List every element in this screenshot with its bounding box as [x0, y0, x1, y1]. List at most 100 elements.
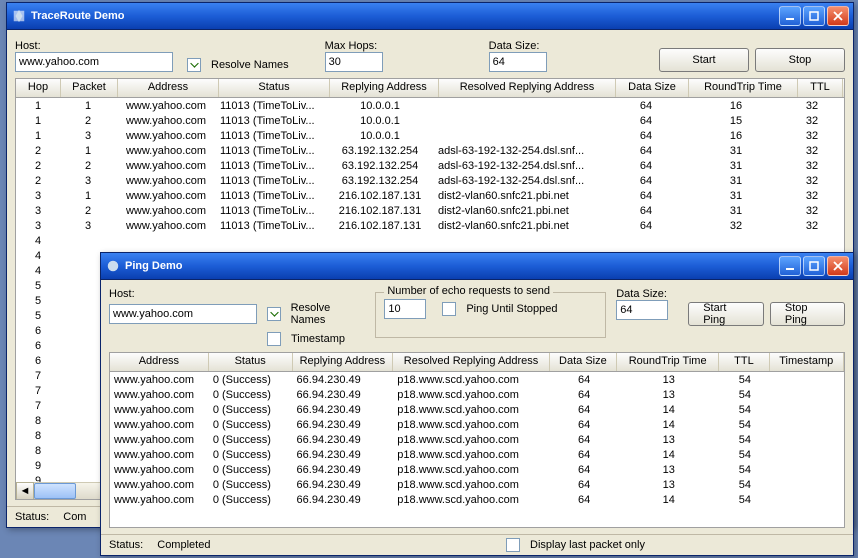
column-header[interactable]: Timestamp	[770, 353, 844, 371]
table-row[interactable]: www.yahoo.com0 (Success)66.94.230.49p18.…	[110, 462, 844, 477]
datasize-input[interactable]	[616, 300, 668, 320]
host-label: Host:	[109, 288, 257, 300]
column-header[interactable]: Replying Address	[330, 79, 439, 97]
timestamp-label: Timestamp	[291, 333, 345, 345]
table-row[interactable]: www.yahoo.com0 (Success)66.94.230.49p18.…	[110, 477, 844, 492]
table-row[interactable]: www.yahoo.com0 (Success)66.94.230.49p18.…	[110, 447, 844, 462]
datasize-input[interactable]	[489, 52, 547, 72]
table-row[interactable]: www.yahoo.com0 (Success)66.94.230.49p18.…	[110, 387, 844, 402]
close-button[interactable]	[827, 256, 849, 276]
cell: 13	[617, 389, 720, 401]
table-row[interactable]: www.yahoo.com0 (Success)66.94.230.49p18.…	[110, 372, 844, 387]
host-input[interactable]	[15, 52, 173, 72]
scroll-left-icon[interactable]: ◄	[16, 482, 34, 500]
table-row[interactable]: 11www.yahoo.com11013 (TimeToLiv...10.0.0…	[16, 98, 844, 113]
table-row[interactable]: 12www.yahoo.com11013 (TimeToLiv...10.0.0…	[16, 113, 844, 128]
maximize-button[interactable]	[803, 6, 825, 26]
cell: 32	[790, 100, 834, 112]
table-row[interactable]: 13www.yahoo.com11013 (TimeToLiv...10.0.0…	[16, 128, 844, 143]
minimize-button[interactable]	[779, 256, 801, 276]
minimize-button[interactable]	[779, 6, 801, 26]
column-header[interactable]: Replying Address	[293, 353, 394, 371]
resolve-names-checkbox[interactable]	[267, 307, 281, 321]
cell: 1	[16, 100, 60, 112]
cell: www.yahoo.com	[110, 479, 209, 491]
table-row[interactable]: www.yahoo.com0 (Success)66.94.230.49p18.…	[110, 432, 844, 447]
cell: 11013 (TimeToLiv...	[216, 190, 326, 202]
cell: 6	[16, 355, 60, 367]
stop-ping-button[interactable]: Stop Ping	[770, 302, 845, 326]
column-header[interactable]: Address	[118, 79, 219, 97]
cell: 0 (Success)	[209, 449, 293, 461]
column-header[interactable]: Address	[110, 353, 209, 371]
status-label: Status:	[109, 539, 143, 551]
cell: www.yahoo.com	[116, 175, 216, 187]
cell: dist2-vlan60.snfc21.pbi.net	[434, 190, 610, 202]
cell: 31	[682, 160, 790, 172]
cell: 16	[682, 130, 790, 142]
titlebar[interactable]: Ping Demo	[101, 253, 853, 280]
start-ping-button[interactable]: Start Ping	[688, 302, 764, 326]
column-header[interactable]: RoundTrip Time	[689, 79, 798, 97]
cell: 3	[60, 175, 116, 187]
scroll-thumb[interactable]	[34, 483, 76, 499]
stop-button[interactable]: Stop	[755, 48, 845, 72]
cell: www.yahoo.com	[116, 160, 216, 172]
table-row[interactable]: 22www.yahoo.com11013 (TimeToLiv...63.192…	[16, 158, 844, 173]
table-row[interactable]: www.yahoo.com0 (Success)66.94.230.49p18.…	[110, 402, 844, 417]
table-row[interactable]: 33www.yahoo.com11013 (TimeToLiv...216.10…	[16, 218, 844, 233]
cell: 14	[617, 449, 720, 461]
maximize-button[interactable]	[803, 256, 825, 276]
cell: 15	[682, 115, 790, 127]
column-header[interactable]: TTL	[719, 353, 769, 371]
cell: 10.0.0.1	[326, 100, 434, 112]
timestamp-checkbox[interactable]	[267, 332, 281, 346]
cell: 32	[790, 220, 834, 232]
table-row[interactable]: 4	[16, 233, 844, 248]
cell: p18.www.scd.yahoo.com	[393, 389, 551, 401]
titlebar[interactable]: TraceRoute Demo	[7, 3, 853, 30]
cell: 32	[682, 220, 790, 232]
echo-count-input[interactable]	[384, 299, 426, 319]
table-row[interactable]: 31www.yahoo.com11013 (TimeToLiv...216.10…	[16, 188, 844, 203]
cell: 7	[16, 400, 60, 412]
table-row[interactable]: www.yahoo.com0 (Success)66.94.230.49p18.…	[110, 417, 844, 432]
table-row[interactable]: 32www.yahoo.com11013 (TimeToLiv...216.10…	[16, 203, 844, 218]
cell: 0 (Success)	[209, 389, 293, 401]
cell: 32	[790, 145, 834, 157]
cell: www.yahoo.com	[110, 449, 209, 461]
ping-until-checkbox[interactable]	[442, 302, 456, 316]
cell: 0 (Success)	[209, 494, 293, 506]
host-input[interactable]	[109, 304, 257, 324]
cell: 8	[16, 430, 60, 442]
column-header[interactable]: Status	[219, 79, 330, 97]
display-last-checkbox[interactable]	[506, 538, 520, 552]
column-header[interactable]: Hop	[16, 79, 61, 97]
column-header[interactable]: Packet	[61, 79, 118, 97]
cell: 54	[720, 404, 770, 416]
table-row[interactable]: 23www.yahoo.com11013 (TimeToLiv...63.192…	[16, 173, 844, 188]
resolve-names-checkbox[interactable]	[187, 58, 201, 72]
ping-grid[interactable]: AddressStatusReplying AddressResolved Re…	[109, 352, 845, 528]
cell: 64	[610, 160, 682, 172]
column-header[interactable]: Resolved Replying Address	[439, 79, 616, 97]
table-row[interactable]: 21www.yahoo.com11013 (TimeToLiv...63.192…	[16, 143, 844, 158]
column-header[interactable]: Data Size	[616, 79, 689, 97]
cell: www.yahoo.com	[116, 190, 216, 202]
start-button[interactable]: Start	[659, 48, 749, 72]
close-button[interactable]	[827, 6, 849, 26]
column-header[interactable]: Status	[209, 353, 293, 371]
column-header[interactable]: TTL	[798, 79, 843, 97]
cell: 6	[16, 325, 60, 337]
maxhops-input[interactable]	[325, 52, 383, 72]
cell: 7	[16, 370, 60, 382]
column-header[interactable]: Resolved Replying Address	[393, 353, 550, 371]
cell: www.yahoo.com	[116, 145, 216, 157]
cell: 8	[16, 445, 60, 457]
table-row[interactable]: www.yahoo.com0 (Success)66.94.230.49p18.…	[110, 492, 844, 507]
display-last-label: Display last packet only	[530, 539, 645, 551]
echo-count-legend: Number of echo requests to send	[384, 285, 553, 297]
column-header[interactable]: Data Size	[550, 353, 617, 371]
cell: p18.www.scd.yahoo.com	[393, 464, 551, 476]
column-header[interactable]: RoundTrip Time	[617, 353, 720, 371]
